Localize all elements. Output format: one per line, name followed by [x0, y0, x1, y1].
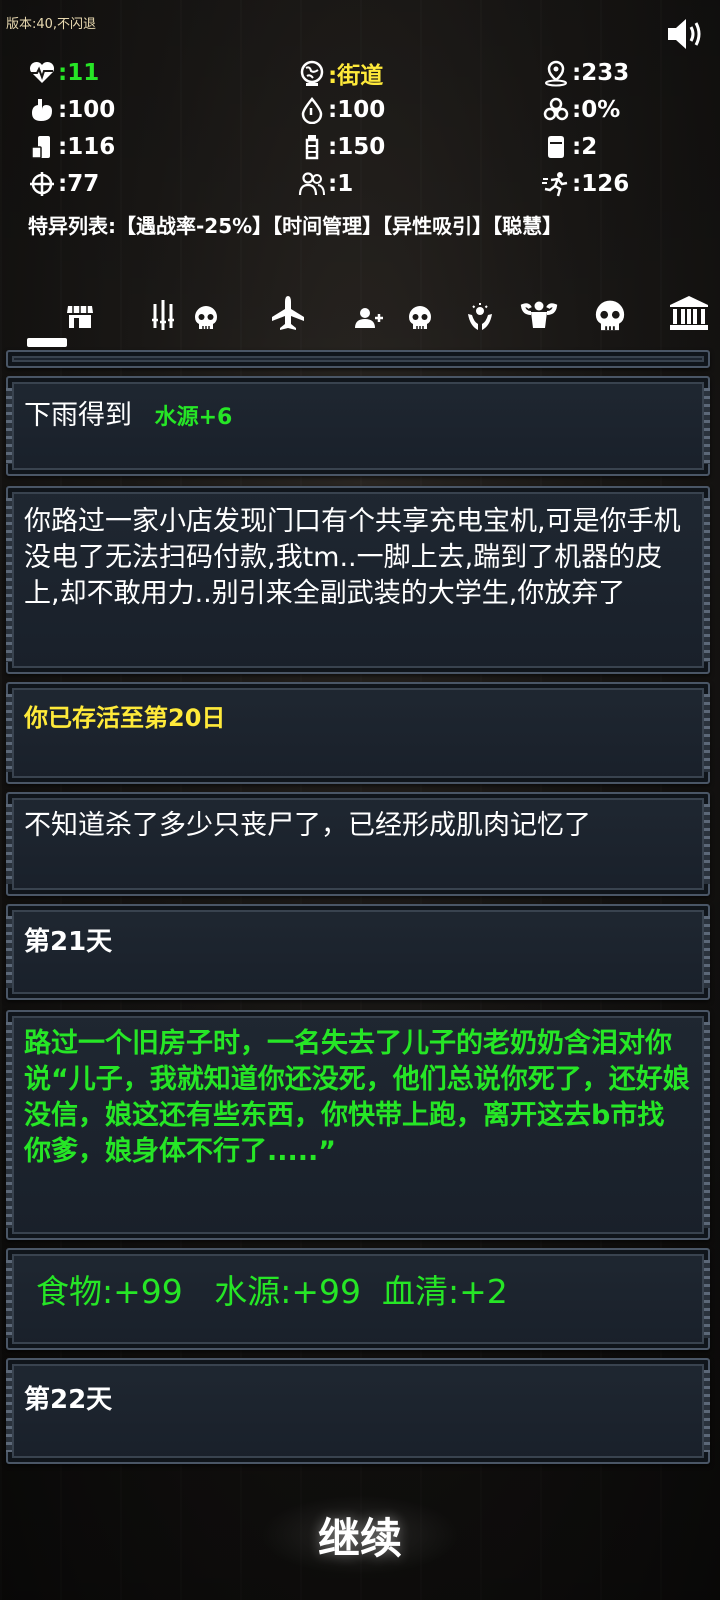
log-card: 路过一个旧房子时，一名失去了儿子的老奶奶含泪对你说“儿子，我就知道你还没死，他们…	[6, 1010, 710, 1240]
airplane-icon	[272, 296, 304, 330]
serum-vial-icon	[548, 136, 564, 158]
biohazard-icon	[543, 97, 569, 121]
infection-stat: :0%	[542, 95, 620, 125]
health-stat: :11	[28, 58, 99, 88]
location-stat: :街道	[298, 58, 384, 89]
version-label: 版本:40,不闪退	[6, 17, 97, 32]
serum-stat: :2	[542, 132, 597, 162]
stomach-icon	[32, 99, 52, 121]
food-can-icon	[31, 136, 50, 159]
log-text: 不知道杀了多少只丧尸了，已经形成肌肉记忆了	[24, 810, 591, 841]
distance-value: :233	[572, 60, 630, 86]
speed-stat: :126	[542, 169, 629, 199]
traits-list: 特异列表:【遇战率-25%】【时间管理】【异性吸引】【聪慧】	[28, 214, 563, 238]
log-rewards: 食物:+99 水源:+99 血清:+2	[36, 1272, 508, 1311]
hunger-stat: :100	[28, 95, 115, 125]
tab-weapons[interactable]	[146, 298, 180, 332]
thirst-value: :100	[328, 97, 386, 123]
running-man-icon	[542, 172, 568, 197]
accuracy-value: :77	[58, 171, 100, 197]
tab-bank[interactable]	[668, 294, 710, 332]
add-person-icon	[355, 308, 383, 328]
sound-toggle-button[interactable]	[666, 16, 710, 52]
tab-boss[interactable]	[592, 298, 628, 334]
location-globe-icon	[300, 60, 324, 86]
log-text: 第21天	[24, 927, 113, 957]
tab-zombies[interactable]	[406, 304, 434, 332]
log-card: 你已存活至第20日	[6, 682, 710, 784]
food-value: :116	[58, 134, 116, 160]
survivors-icon	[298, 172, 325, 196]
accuracy-stat: :77	[28, 169, 99, 199]
tab-travel[interactable]	[270, 294, 306, 332]
tab-blessing[interactable]	[466, 302, 494, 332]
health-value: :11	[58, 60, 100, 86]
water-value: :150	[328, 134, 386, 160]
infection-value: :0%	[572, 97, 621, 123]
hunger-value: :100	[58, 97, 116, 123]
tab-skull[interactable]	[192, 304, 220, 332]
location-value: :街道	[328, 63, 384, 89]
water-stat: :150	[298, 132, 385, 162]
tab-shop[interactable]	[66, 304, 94, 330]
tab-recruit[interactable]	[354, 306, 384, 330]
survivors-stat: :1	[298, 169, 353, 199]
speaker-icon	[668, 19, 701, 49]
muscle-icon	[520, 301, 558, 328]
active-tab-indicator	[27, 338, 67, 347]
log-card: 不知道杀了多少只丧尸了，已经形成肌肉记忆了	[6, 792, 710, 896]
log-card: 第22天	[6, 1358, 710, 1464]
survivors-value: :1	[328, 171, 354, 197]
continue-button[interactable]: 继续	[260, 1495, 460, 1575]
weapons-icon	[152, 300, 174, 330]
log-text: 第22天	[24, 1385, 113, 1415]
tab-bar	[0, 292, 720, 350]
crosshair-icon	[30, 172, 54, 196]
thirst-stat: :100	[298, 95, 385, 125]
water-bottle-icon	[305, 135, 319, 160]
food-stat: :116	[28, 132, 115, 162]
heartbeat-icon	[29, 61, 55, 83]
serum-value: :2	[572, 134, 598, 160]
shop-icon	[67, 306, 93, 328]
bank-icon	[670, 296, 708, 330]
log-card: 下雨得到 水源+6	[6, 376, 710, 476]
log-text: 路过一个旧房子时，一名失去了儿子的老奶奶含泪对你说“儿子，我就知道你还没死，他们…	[24, 1028, 690, 1167]
distance-marker-icon	[545, 60, 567, 87]
water-drop-icon	[301, 97, 323, 124]
log-text: 下雨得到	[24, 400, 132, 431]
log-reward: 水源+6	[154, 405, 233, 430]
hands-icon	[468, 303, 492, 330]
skull-icon	[195, 306, 217, 329]
log-text: 你路过一家小店发现门口有个共享充电宝机,可是你手机没电了无法扫码付款,我tm..…	[24, 506, 681, 609]
tab-training[interactable]	[520, 300, 558, 330]
log-card: 你路过一家小店发现门口有个共享充电宝机,可是你手机没电了无法扫码付款,我tm..…	[6, 486, 710, 674]
distance-stat: :233	[542, 58, 629, 88]
log-card: 第21天	[6, 904, 710, 1000]
skull-large-icon	[595, 300, 625, 331]
log-card-partial	[6, 350, 710, 368]
speed-value: :126	[572, 171, 630, 197]
log-text: 你已存活至第20日	[24, 704, 226, 732]
log-card: 食物:+99 水源:+99 血清:+2	[6, 1248, 710, 1350]
skull-icon	[409, 306, 431, 329]
